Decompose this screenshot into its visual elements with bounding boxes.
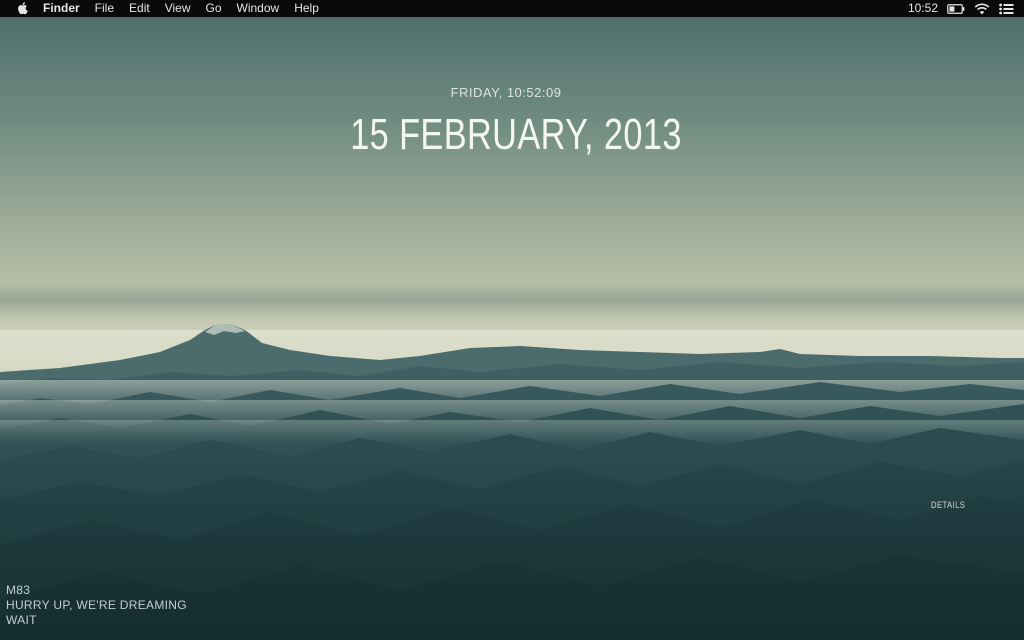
desktop: Finder File Edit View Go Window Help 10:… [0, 0, 1024, 640]
wifi-icon[interactable] [974, 2, 990, 15]
now-playing-artist: M83 [6, 583, 31, 597]
notification-center-icon[interactable] [999, 3, 1014, 15]
widget-weekday-time: FRIDAY, 10:52:09 [450, 85, 562, 100]
menu-file[interactable]: File [95, 0, 114, 17]
menu-extras: 10:52 [908, 0, 1014, 17]
menu-go[interactable]: Go [206, 0, 222, 17]
menu-app-finder[interactable]: Finder [43, 0, 80, 17]
now-playing-album: HURRY UP, WE'RE DREAMING [6, 598, 187, 612]
details-link[interactable]: DETAILS [931, 500, 965, 510]
menu-bar: Finder File Edit View Go Window Help 10:… [0, 0, 1024, 17]
now-playing-track: WAIT [6, 613, 37, 627]
widget-date: 15 FEBRUARY, 2013 [350, 110, 682, 159]
now-playing-widget: M83 HURRY UP, WE'RE DREAMING WAIT [6, 583, 187, 628]
menu-view[interactable]: View [165, 0, 191, 17]
battery-icon[interactable] [947, 3, 965, 14]
menubar-clock[interactable]: 10:52 [908, 0, 938, 17]
apple-logo-icon[interactable] [16, 2, 30, 15]
menu-window[interactable]: Window [237, 0, 280, 17]
menu-edit[interactable]: Edit [129, 0, 150, 17]
menu-help[interactable]: Help [294, 0, 319, 17]
